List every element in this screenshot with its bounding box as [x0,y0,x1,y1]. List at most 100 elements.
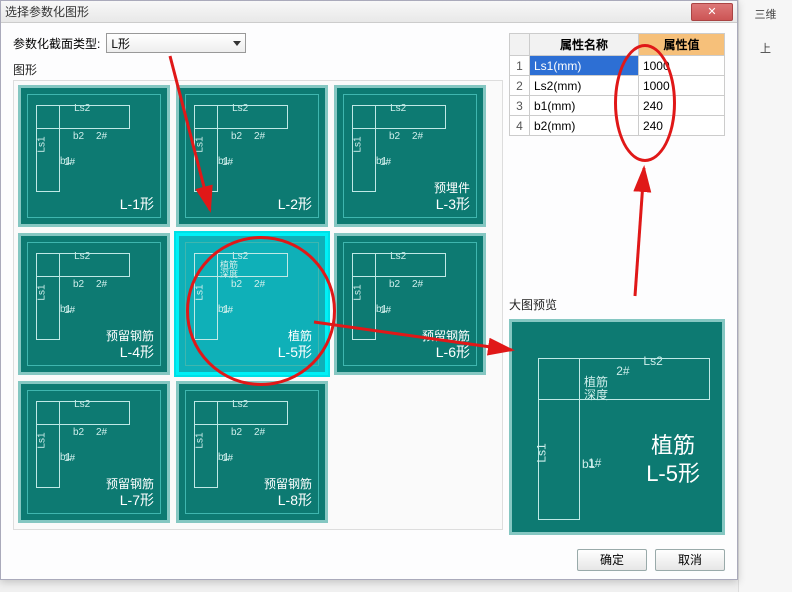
shape-tile[interactable]: Ls1Ls2b1b21#2#植筋 深度植筋L-5形 [176,233,328,375]
table-header-value: 属性值 [638,34,724,56]
dialog-title: 选择参数化图形 [5,3,89,20]
dim-label: b2 [73,279,84,290]
shape-tile[interactable]: Ls1Ls2b1b21#2#L-2形 [176,85,328,227]
dim-label: b2 [389,131,400,142]
dim-label: 2# [254,131,265,142]
dim-label: 植筋 深度 [220,261,238,279]
dim-label: 1# [380,157,391,168]
dim-label: Ls2 [232,103,248,114]
section-type-combo[interactable]: L形 [106,33,246,53]
dim-label: Ls2 [232,399,248,410]
dim-label: Ls1 [37,285,48,301]
dialog-window: 选择参数化图形 ✕ 参数化截面类型: L形 图形 Ls1Ls2b1b21#2#L… [0,0,738,580]
tile-caption: L-2形 [278,196,312,214]
table-header-name: 属性名称 [530,34,639,56]
dim-label: 1# [380,305,391,316]
dim-label: Ls2 [74,251,90,262]
background-ribbon: 三维 上 [738,0,792,592]
property-table: 属性名称 属性值 1Ls1(mm)10002Ls2(mm)10003b1(mm)… [509,33,725,136]
dim-label: Ls2 [390,103,406,114]
prop-name: Ls1(mm) [530,56,639,76]
prop-value[interactable]: 1000 [638,76,724,96]
prop-value[interactable]: 240 [638,116,724,136]
prop-name: Ls2(mm) [530,76,639,96]
grid-section-label: 图形 [13,61,503,78]
dim-label: b2 [73,131,84,142]
row-index: 3 [510,96,530,116]
shape-tile[interactable]: Ls1Ls2b1b21#2#预留钢筋L-4形 [18,233,170,375]
dim-label: 1# [222,305,233,316]
dim-label: b2 [231,427,242,438]
dim-ls1: Ls1 [535,443,549,462]
preview-caption: 植筋 L-5形 [646,432,700,489]
row-index: 4 [510,116,530,136]
dim-depth: 植筋 深度 [584,376,608,402]
tile-caption: 预留钢筋L-7形 [106,477,154,510]
prop-name: b1(mm) [530,96,639,116]
ok-button[interactable]: 确定 [577,549,647,571]
tile-caption: L-1形 [120,196,154,214]
shape-grid: Ls1Ls2b1b21#2#L-1形Ls1Ls2b1b21#2#L-2形Ls1L… [13,80,503,530]
table-header-idx [510,34,530,56]
shape-tile[interactable]: Ls1Ls2b1b21#2#预留钢筋L-8形 [176,381,328,523]
dim-n1: 1# [588,456,601,470]
dim-label: b2 [73,427,84,438]
preview-panel: Ls1 Ls2 b1 2# 1# 植筋 深度 植筋 L-5形 [509,319,725,535]
dim-label: 1# [64,305,75,316]
prop-value[interactable]: 240 [638,96,724,116]
tile-caption: 预留钢筋L-8形 [264,477,312,510]
dim-label: Ls1 [195,433,206,449]
row-index: 1 [510,56,530,76]
dim-label: 1# [64,453,75,464]
dim-label: Ls1 [37,433,48,449]
table-row[interactable]: 3b1(mm)240 [510,96,725,116]
dim-label: b2 [389,279,400,290]
chevron-down-icon [233,41,241,46]
dim-label: Ls1 [195,285,206,301]
dim-label: 1# [222,453,233,464]
dim-label: Ls1 [195,137,206,153]
dim-label: 1# [222,157,233,168]
prop-name: b2(mm) [530,116,639,136]
row-index: 2 [510,76,530,96]
dim-label: 2# [96,131,107,142]
dim-label: Ls2 [390,251,406,262]
dim-label: 2# [254,279,265,290]
dim-label: Ls1 [353,285,364,301]
prop-value[interactable]: 1000 [638,56,724,76]
dim-label: Ls2 [74,103,90,114]
shape-tile[interactable]: Ls1Ls2b1b21#2#L-1形 [18,85,170,227]
bg-item[interactable]: 上 [739,40,792,56]
titlebar: 选择参数化图形 ✕ [1,1,737,23]
type-label: 参数化截面类型: [13,35,100,52]
dim-label: Ls1 [37,137,48,153]
dim-b2: 2# [616,364,629,378]
tile-caption: 预留钢筋L-6形 [422,329,470,362]
bg-item[interactable]: 三维 [739,6,792,22]
combo-value: L形 [111,35,130,52]
dim-label: 1# [64,157,75,168]
dim-label: Ls1 [353,137,364,153]
shape-tile[interactable]: Ls1Ls2b1b21#2#预埋件L-3形 [334,85,486,227]
dim-label: 2# [412,131,423,142]
preview-section-label: 大图预览 [509,296,725,313]
tile-caption: 植筋L-5形 [278,329,312,362]
table-row[interactable]: 1Ls1(mm)1000 [510,56,725,76]
dim-ls2: Ls2 [643,354,662,368]
dim-label: 2# [412,279,423,290]
tile-caption: 预留钢筋L-4形 [106,329,154,362]
dim-label: b2 [231,131,242,142]
table-row[interactable]: 4b2(mm)240 [510,116,725,136]
dim-label: 2# [96,427,107,438]
dim-label: 2# [254,427,265,438]
tile-caption: 预埋件L-3形 [434,181,470,214]
close-button[interactable]: ✕ [691,3,733,21]
dim-label: 2# [96,279,107,290]
dim-label: b2 [231,279,242,290]
dim-label: Ls2 [74,399,90,410]
cancel-button[interactable]: 取消 [655,549,725,571]
shape-tile[interactable]: Ls1Ls2b1b21#2#预留钢筋L-6形 [334,233,486,375]
dim-label: Ls2 [232,251,248,262]
table-row[interactable]: 2Ls2(mm)1000 [510,76,725,96]
shape-tile[interactable]: Ls1Ls2b1b21#2#预留钢筋L-7形 [18,381,170,523]
